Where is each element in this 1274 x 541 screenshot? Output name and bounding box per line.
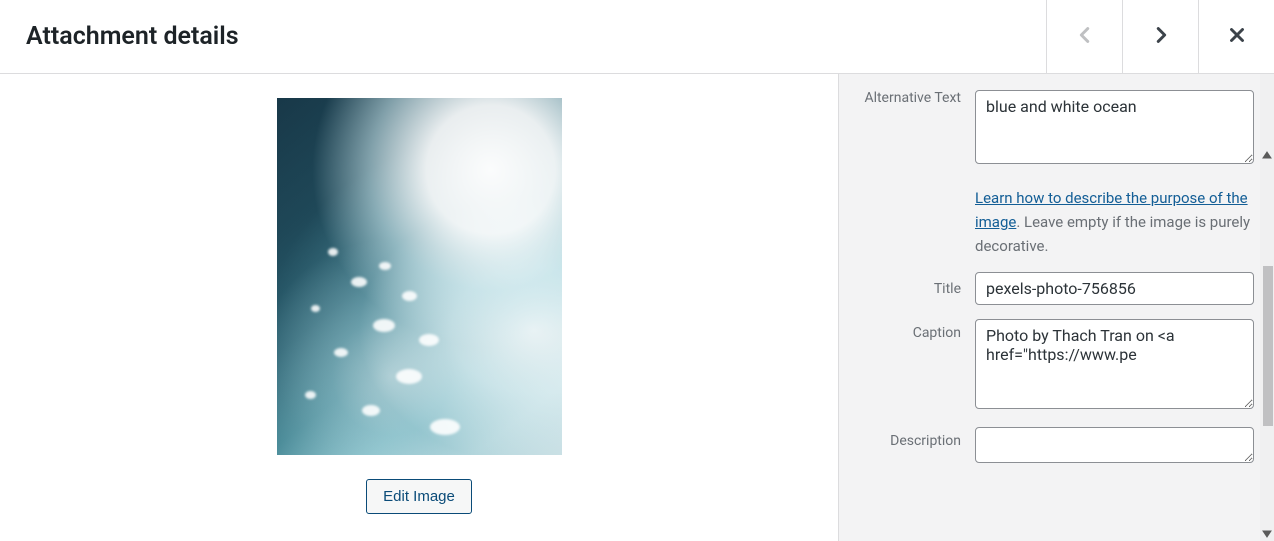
modal-title: Attachment details [26,22,239,51]
field-row-caption: Caption [861,319,1254,413]
scroll-thumb[interactable] [1263,266,1273,426]
attachment-image [277,98,562,455]
alt-help-text: Learn how to describe the purpose of the… [975,186,1254,258]
details-scrollbar[interactable] [1260,74,1274,541]
edit-image-button[interactable]: Edit Image [366,479,472,514]
header-nav [1046,0,1274,73]
modal-header: Attachment details [0,0,1274,74]
caption-label: Caption [861,319,975,341]
title-input[interactable] [975,272,1254,305]
alt-label: Alternative Text [861,90,975,106]
title-control [975,272,1254,305]
title-label: Title [861,281,975,297]
scroll-down-icon [1260,527,1274,541]
alt-help-suffix: . Leave empty if the image is purely dec… [975,213,1250,255]
preview-pane: Edit Image [0,74,838,541]
description-label: Description [861,427,975,449]
modal-body: Edit Image Alternative Text Learn how to… [0,74,1274,541]
field-row-alt: Alternative Text Learn how to describe t… [861,90,1254,258]
attachment-details-modal: Attachment details [0,0,1274,541]
chevron-left-icon [1074,24,1096,49]
description-input[interactable] [975,427,1254,463]
next-button[interactable] [1122,0,1198,73]
chevron-right-icon [1150,24,1172,49]
details-pane: Alternative Text Learn how to describe t… [838,74,1274,541]
field-row-description: Description [861,427,1254,467]
description-control [975,427,1254,467]
close-button[interactable] [1198,0,1274,73]
alt-text-input[interactable] [975,90,1254,164]
alt-control: Learn how to describe the purpose of the… [975,90,1254,258]
caption-input[interactable] [975,319,1254,409]
scroll-up-icon [1260,148,1274,162]
prev-button[interactable] [1046,0,1122,73]
caption-control [975,319,1254,413]
close-icon [1226,24,1248,49]
field-row-title: Title [861,272,1254,305]
